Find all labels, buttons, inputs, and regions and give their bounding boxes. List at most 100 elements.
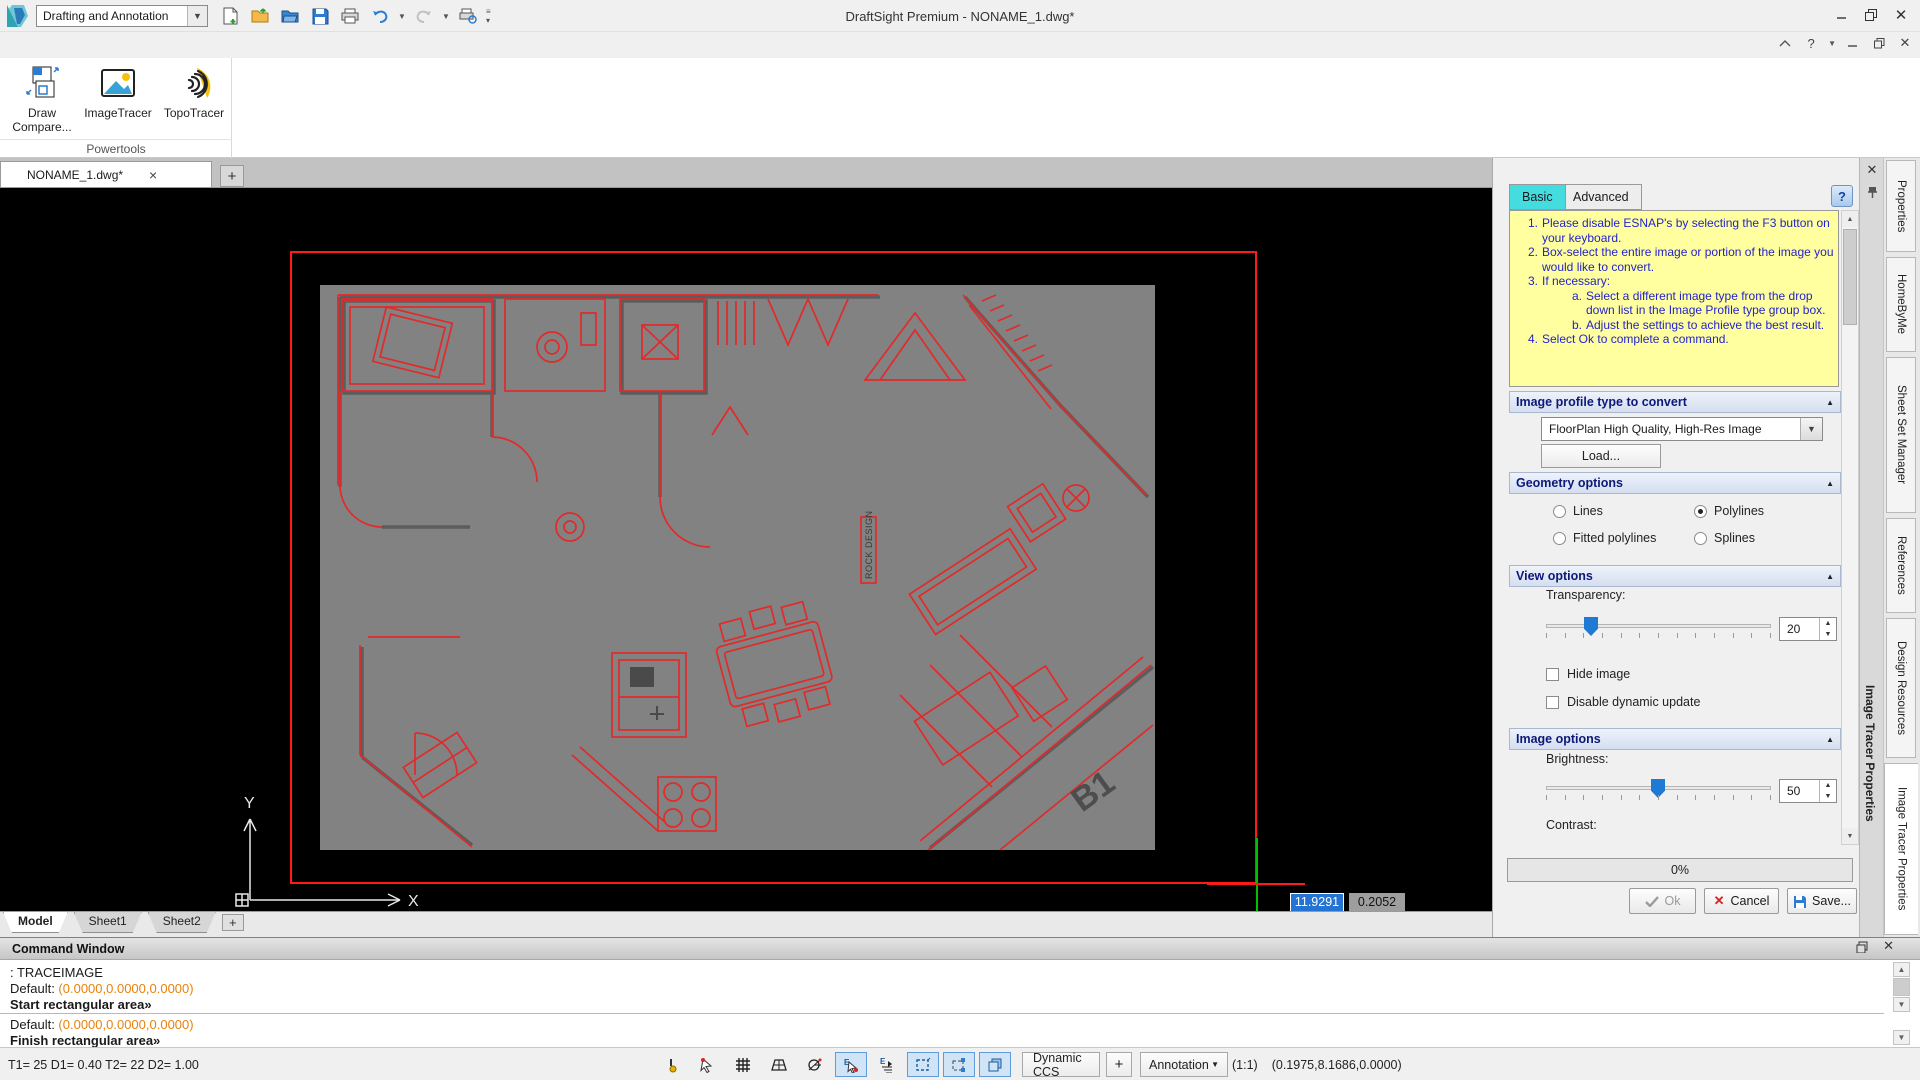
doc-restore-icon[interactable] xyxy=(1870,34,1888,52)
restore-button[interactable] xyxy=(1856,0,1886,30)
esnap-toggle[interactable]: E xyxy=(835,1052,867,1077)
save-button[interactable] xyxy=(308,5,332,27)
load-profile-button[interactable]: Load... xyxy=(1541,444,1661,468)
new-document-button[interactable]: + xyxy=(220,165,244,187)
section-image-profile[interactable]: Image profile type to convert▲ xyxy=(1509,391,1841,413)
spin-down-icon[interactable]: ▼ xyxy=(1820,629,1836,640)
panel-scrollbar[interactable]: ▲ ▼ xyxy=(1841,210,1859,845)
batch-print-button[interactable] xyxy=(456,5,480,27)
collapse-icon[interactable]: ▲ xyxy=(1826,735,1834,744)
snap-marker-toggle[interactable] xyxy=(655,1052,687,1077)
print-button[interactable] xyxy=(338,5,362,27)
radio-splines[interactable]: Splines xyxy=(1694,531,1755,545)
open-file-button[interactable] xyxy=(248,5,272,27)
cancel-button[interactable]: ✕ Cancel xyxy=(1704,888,1779,914)
side-tab-references[interactable]: References xyxy=(1886,518,1916,613)
brightness-spinbox[interactable]: 50 ▲▼ xyxy=(1779,779,1837,803)
scrollbar-thumb[interactable] xyxy=(1893,978,1910,996)
radio-polylines[interactable]: Polylines xyxy=(1694,504,1764,518)
status-add-button[interactable]: + xyxy=(1106,1052,1132,1077)
section-image-options[interactable]: Image options▲ xyxy=(1509,728,1841,750)
pointer-track-toggle[interactable] xyxy=(691,1052,723,1077)
transparency-slider[interactable] xyxy=(1546,616,1771,642)
panel-close-icon[interactable]: ✕ xyxy=(1864,162,1880,178)
imagetracer-button[interactable]: ImageTracer xyxy=(80,62,156,120)
minimize-button[interactable] xyxy=(1826,0,1856,30)
collapse-icon[interactable]: ▲ xyxy=(1826,479,1834,488)
drawing-canvas[interactable]: ROCK DESIGN B1 Y X 11.9291 0.2052 xyxy=(0,188,1492,911)
doc-close-icon[interactable]: ✕ xyxy=(1896,34,1914,52)
undo-button[interactable] xyxy=(368,5,392,27)
coordinate-input-primary[interactable]: 11.9291 xyxy=(1290,893,1344,911)
side-tab-sheet-set-manager[interactable]: Sheet Set Manager xyxy=(1886,357,1916,513)
new-file-button[interactable] xyxy=(218,5,242,27)
scroll-up-icon[interactable]: ▲ xyxy=(1842,211,1858,227)
tab-advanced[interactable]: Advanced xyxy=(1561,184,1642,210)
spin-up-icon[interactable]: ▲ xyxy=(1820,618,1836,629)
workspace-selector[interactable]: Drafting and Annotation ▼ xyxy=(36,5,208,27)
close-tab-icon[interactable]: × xyxy=(149,167,157,183)
sheet-tab-sheet1[interactable]: Sheet1 xyxy=(74,912,142,933)
spin-up-icon[interactable]: ▲ xyxy=(1820,780,1836,791)
scroll-down-icon[interactable]: ▼ xyxy=(1893,997,1910,1012)
open-drawing-button[interactable] xyxy=(278,5,302,27)
coordinate-input-secondary[interactable]: 0.2052 xyxy=(1349,893,1405,911)
snap-toggle[interactable] xyxy=(763,1052,795,1077)
spin-down-icon[interactable]: ▼ xyxy=(1820,791,1836,802)
hide-image-checkbox[interactable]: Hide image xyxy=(1546,667,1630,681)
sheet-tab-sheet2[interactable]: Sheet2 xyxy=(148,912,216,933)
scrollbar-thumb[interactable] xyxy=(1843,229,1857,325)
help-dropdown-icon[interactable]: ▼ xyxy=(1828,39,1836,48)
collapse-icon[interactable]: ▲ xyxy=(1826,572,1834,581)
prompt-scroll-down-icon[interactable]: ▼ xyxy=(1893,1030,1910,1045)
scroll-down-icon[interactable]: ▼ xyxy=(1842,828,1858,844)
transparency-spinbox[interactable]: 20 ▲▼ xyxy=(1779,617,1837,641)
side-tab-homebyme[interactable]: HomeByMe xyxy=(1886,257,1916,352)
command-window-titlebar[interactable]: Command Window xyxy=(0,938,1920,960)
annotation-scale-select[interactable]: Annotation▼ xyxy=(1140,1052,1228,1077)
tab-basic[interactable]: Basic xyxy=(1509,184,1566,210)
scroll-up-icon[interactable]: ▲ xyxy=(1893,962,1910,977)
close-button[interactable]: ✕ xyxy=(1886,0,1916,30)
profile-type-select[interactable]: FloorPlan High Quality, High-Res Image ▼ xyxy=(1541,417,1823,441)
radio-fitted-polylines[interactable]: Fitted polylines xyxy=(1553,531,1656,545)
collapse-icon[interactable]: ▲ xyxy=(1826,398,1834,407)
document-tab[interactable]: NONAME_1.dwg* × xyxy=(0,161,212,187)
grid-toggle[interactable] xyxy=(727,1052,759,1077)
side-tab-design-resources[interactable]: Design Resources xyxy=(1886,618,1916,758)
redo-button[interactable] xyxy=(412,5,436,27)
ok-button[interactable]: Ok xyxy=(1629,888,1696,914)
brightness-slider[interactable] xyxy=(1546,778,1771,804)
sheet-tab-model[interactable]: Model xyxy=(3,912,68,933)
command-float-icon[interactable] xyxy=(1856,941,1868,953)
save-button[interactable]: Save... xyxy=(1787,888,1857,914)
chevron-down-icon[interactable]: ▼ xyxy=(1800,418,1822,440)
etrack-toggle[interactable]: E xyxy=(871,1052,903,1077)
redo-dropdown-icon[interactable]: ▼ xyxy=(442,12,450,21)
help-icon[interactable]: ? xyxy=(1802,34,1820,52)
disable-dynamic-update-checkbox[interactable]: Disable dynamic update xyxy=(1546,695,1700,709)
collapse-ribbon-icon[interactable] xyxy=(1776,34,1794,52)
radio-lines[interactable]: Lines xyxy=(1553,504,1603,518)
chevron-down-icon[interactable]: ▼ xyxy=(187,6,207,26)
draw-compare-button[interactable]: Draw Compare... xyxy=(4,62,80,134)
entity-frame-toggle[interactable] xyxy=(943,1052,975,1077)
undo-dropdown-icon[interactable]: ▼ xyxy=(398,12,406,21)
dynamic-ccs-button[interactable]: Dynamic CCS xyxy=(1022,1052,1100,1077)
doc-minimize-icon[interactable] xyxy=(1844,34,1862,52)
frame-toggle[interactable] xyxy=(907,1052,939,1077)
pin-icon[interactable] xyxy=(1864,184,1880,200)
section-view-options[interactable]: View options▲ xyxy=(1509,565,1841,587)
command-close-icon[interactable]: ✕ xyxy=(1883,938,1894,954)
polar-toggle[interactable] xyxy=(799,1052,831,1077)
layers-toggle[interactable] xyxy=(979,1052,1011,1077)
section-geometry-options[interactable]: Geometry options▲ xyxy=(1509,472,1841,494)
topotracer-button[interactable]: TopoTracer xyxy=(156,62,232,120)
add-sheet-button[interactable]: + xyxy=(222,914,244,931)
side-tab-image-tracer-properties[interactable]: Image Tracer Properties xyxy=(1884,763,1918,935)
panel-help-button[interactable]: ? xyxy=(1831,185,1853,207)
side-tab-properties[interactable]: Properties xyxy=(1886,160,1916,252)
qat-customize-icon[interactable]: ≡▾ xyxy=(486,7,494,25)
command-prompt-line[interactable]: Default: (0.0000,0.0000,0.0000) xyxy=(10,1017,194,1032)
command-prompt-line[interactable]: Finish rectangular area» xyxy=(10,1033,160,1048)
